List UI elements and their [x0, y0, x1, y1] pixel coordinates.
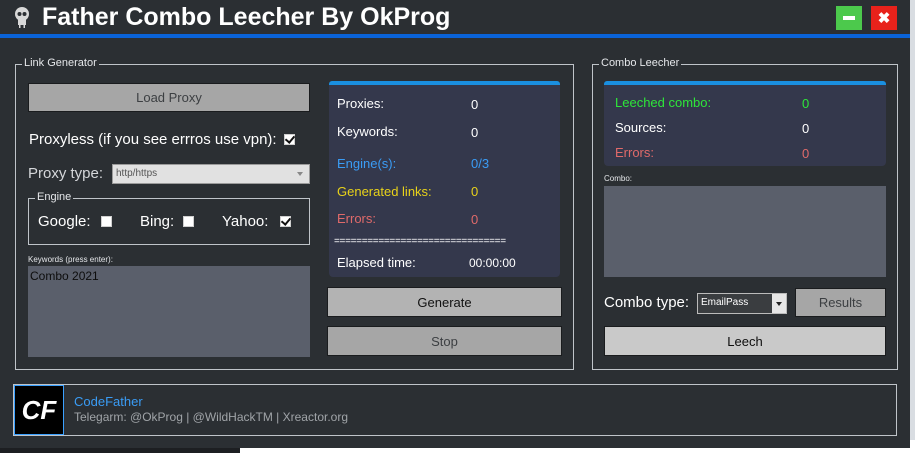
load-proxy-button[interactable]: Load Proxy — [28, 83, 310, 112]
keywords-value: Combo 2021 — [30, 269, 99, 283]
title-bar[interactable]: Father Combo Leecher By OkProg ✖ — [0, 0, 910, 34]
generate-button[interactable]: Generate — [327, 287, 562, 317]
engines-label: Engine(s): — [337, 156, 397, 171]
google-label: Google: — [38, 213, 91, 230]
sources-value: 0 — [802, 121, 810, 136]
proxy-type-select[interactable]: http/https — [112, 164, 310, 184]
errors-label: Errors: — [337, 211, 376, 226]
proxyless-checkbox[interactable] — [284, 134, 295, 145]
sources-label: Sources: — [615, 120, 667, 135]
proxy-type-value: http/https — [116, 168, 158, 179]
stats-separator: =============================== — [334, 236, 506, 247]
stats-panel-accent — [329, 81, 560, 85]
elapsed-time-label: Elapsed time: — [337, 255, 416, 270]
combo-type-select[interactable]: EmailPass — [697, 293, 787, 314]
results-button[interactable]: Results — [795, 288, 886, 317]
errors-value: 0 — [471, 212, 479, 227]
proxy-type-label: Proxy type: — [28, 165, 104, 182]
keywords-stat-label: Keywords: — [337, 124, 398, 139]
combo-leecher-legend: Combo Leecher — [599, 57, 682, 69]
keywords-label: Keywords (press enter): — [28, 255, 113, 264]
bing-checkbox[interactable] — [183, 216, 194, 227]
generated-links-value: 0 — [471, 184, 479, 199]
skull-icon — [15, 7, 29, 28]
yahoo-label: Yahoo: — [222, 213, 269, 230]
chevron-down-icon — [297, 172, 303, 176]
engines-value: 0/3 — [471, 156, 490, 171]
link-generator-legend: Link Generator — [22, 57, 99, 69]
title-accent-bar — [0, 34, 910, 38]
yahoo-checkbox[interactable] — [280, 216, 291, 227]
engine-legend: Engine — [35, 191, 74, 203]
leech-button[interactable]: Leech — [604, 326, 886, 356]
chevron-down-icon — [776, 302, 782, 306]
close-button[interactable]: ✖ — [871, 6, 897, 30]
stop-button[interactable]: Stop — [327, 326, 562, 356]
combo-label: Combo: — [604, 174, 633, 183]
footer-contacts[interactable]: Telegarm: @OkProg | @WildHackTM | Xreact… — [74, 410, 348, 424]
minimize-icon — [843, 16, 855, 20]
keywords-stat-value: 0 — [471, 125, 479, 140]
leeched-combo-label: Leeched combo: — [615, 95, 712, 110]
codefather-logo: CF — [14, 385, 64, 435]
proxies-value: 0 — [471, 97, 479, 112]
combo-type-value: EmailPass — [701, 297, 749, 308]
elapsed-time-value: 00:00:00 — [469, 256, 516, 270]
combo-textarea[interactable] — [604, 186, 886, 277]
window-title: Father Combo Leecher By OkProg — [42, 3, 451, 31]
desktop-background-right — [910, 0, 915, 440]
leecher-errors-label: Errors: — [615, 145, 654, 160]
proxies-label: Proxies: — [337, 96, 384, 111]
close-icon: ✖ — [877, 10, 891, 27]
generated-links-label: Generated links: — [337, 184, 432, 199]
bing-label: Bing: — [140, 213, 175, 230]
combo-type-label: Combo type: — [604, 294, 690, 311]
leecher-stats-accent — [604, 81, 886, 85]
app-window: Father Combo Leecher By OkProg ✖ Link Ge… — [0, 0, 910, 448]
footer-name[interactable]: CodeFather — [74, 394, 143, 409]
google-checkbox[interactable] — [101, 216, 112, 227]
leecher-errors-value: 0 — [802, 146, 810, 161]
minimize-button[interactable] — [836, 6, 862, 30]
leeched-combo-value: 0 — [802, 96, 810, 111]
proxyless-label: Proxyless (if you see errros use vpn): — [29, 131, 277, 148]
keywords-textarea[interactable]: Combo 2021 — [28, 266, 310, 357]
